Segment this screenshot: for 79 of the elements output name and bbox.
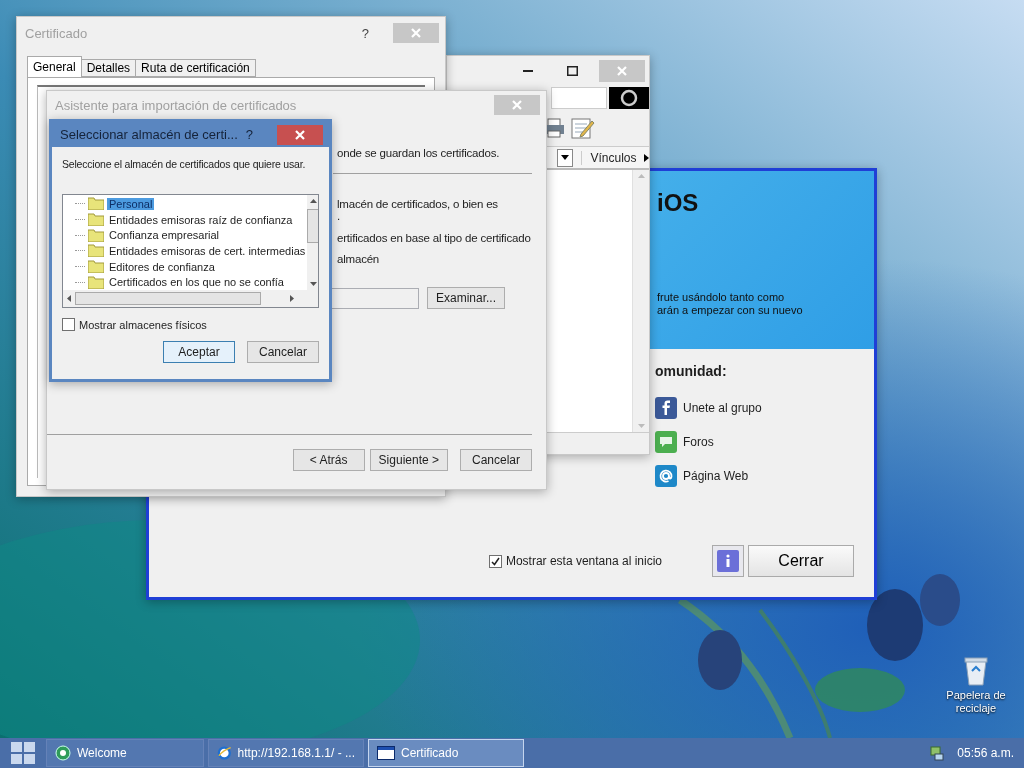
folder-icon [88, 244, 104, 258]
checkbox[interactable] [62, 318, 75, 331]
close-icon [617, 66, 627, 76]
option-text: ertificados en base al tipo de certificado [337, 232, 532, 244]
option-text: almacén [337, 253, 381, 265]
wizard-button[interactable]: Cancelar [460, 449, 532, 471]
recycle-bin-icon[interactable] [963, 656, 989, 686]
scroll-up-icon[interactable] [310, 199, 318, 203]
at-sign-icon [655, 465, 677, 487]
tree-item[interactable]: Confianza empresarial [107, 229, 222, 242]
intro-text: arán a empezar con su nuevo [657, 304, 804, 317]
dialog-button[interactable]: Cancelar [247, 341, 319, 363]
spinner-icon [620, 89, 638, 107]
browser-icon [217, 745, 232, 761]
tree-item[interactable]: Personal [107, 197, 155, 210]
caret-icon [561, 155, 570, 160]
window-title: Certificado [25, 25, 89, 41]
tree-item[interactable]: Entidades emisoras raíz de confianza [107, 213, 295, 226]
close-icon [512, 100, 522, 110]
clock[interactable]: 05:56 a.m. [957, 746, 1014, 760]
wizard-button[interactable]: Siguiente > [369, 449, 448, 471]
notepad-icon[interactable] [571, 117, 595, 139]
start-icon[interactable] [10, 741, 36, 765]
prompt-text: Seleccione el almacén de certificados que quiere usar. [62, 157, 307, 172]
checkbox-label: Mostrar esta ventana al inicio [505, 554, 662, 568]
community-link[interactable]: Unete al grupo [683, 401, 762, 415]
option-text: lmacén de certificados, o bien es [337, 198, 499, 210]
minimize-icon [523, 70, 533, 72]
close-icon [295, 129, 305, 140]
community-link[interactable]: Página Web [683, 469, 749, 483]
folder-icon [88, 260, 104, 273]
gear-icon [55, 745, 71, 761]
window-icon [377, 746, 395, 760]
folder-icon [88, 197, 104, 211]
desktop-icon-label[interactable]: Papelera de reciclaje [936, 689, 1016, 715]
checkbox-label: Mostrar almacenes físicos [79, 318, 207, 331]
tree-item[interactable]: Editores de confianza [107, 260, 217, 273]
chevron-icon[interactable] [644, 153, 649, 162]
scroll-down-icon[interactable] [310, 282, 318, 286]
tree-item[interactable]: Entidades emisoras de cert. intermedias [107, 244, 308, 257]
network-icon[interactable] [929, 745, 946, 761]
option-text: . [337, 210, 341, 222]
wizard-button[interactable]: < Atrás [292, 449, 365, 471]
dialog-button[interactable]: Aceptar [163, 341, 235, 363]
close-button[interactable]: Cerrar [748, 545, 854, 577]
dialog-title: Seleccionar almacén de certi... [60, 127, 239, 142]
scrollbar[interactable] [307, 195, 318, 290]
scroll-right-icon[interactable] [290, 295, 294, 302]
tab[interactable]: General [27, 56, 82, 77]
welcome-heading: iOS [657, 189, 700, 217]
folder-icon [88, 213, 104, 226]
help-button[interactable]: ? [245, 127, 253, 142]
checkmark-icon [490, 556, 500, 566]
horizontal-scrollbar[interactable] [63, 290, 318, 307]
community-heading: omunidad: [655, 363, 728, 379]
info-button[interactable] [712, 545, 744, 577]
checkbox[interactable] [488, 554, 502, 568]
community-link[interactable]: Foros [683, 435, 714, 449]
maximize-icon [566, 66, 578, 76]
close-icon [411, 28, 421, 38]
facebook-icon [655, 397, 677, 419]
browse-button[interactable]: Examinar... [427, 287, 506, 309]
speech-bubble-icon [655, 431, 677, 453]
intro-text: frute usándolo tanto como [657, 291, 786, 304]
address-field[interactable] [551, 87, 607, 109]
window-title: Asistente para importación de certificados [55, 97, 298, 113]
tab[interactable]: Detalles [80, 59, 137, 77]
tab[interactable]: Ruta de certificación [135, 59, 256, 77]
dropdown-button[interactable] [557, 148, 574, 167]
links-label[interactable]: Vínculos [581, 150, 637, 165]
taskbar-button[interactable]: Welcome [46, 739, 204, 767]
description-text: onde se guardan los certificados. [337, 147, 501, 159]
taskbar-button[interactable]: http://192.168.1.1/ - ... [208, 739, 364, 767]
info-icon [717, 550, 739, 572]
close-button[interactable] [277, 124, 323, 145]
folder-icon [88, 228, 104, 242]
help-button[interactable]: ? [361, 25, 369, 41]
scroll-left-icon[interactable] [67, 295, 71, 302]
tree-item[interactable]: Certificados en los que no se confía [107, 276, 286, 289]
